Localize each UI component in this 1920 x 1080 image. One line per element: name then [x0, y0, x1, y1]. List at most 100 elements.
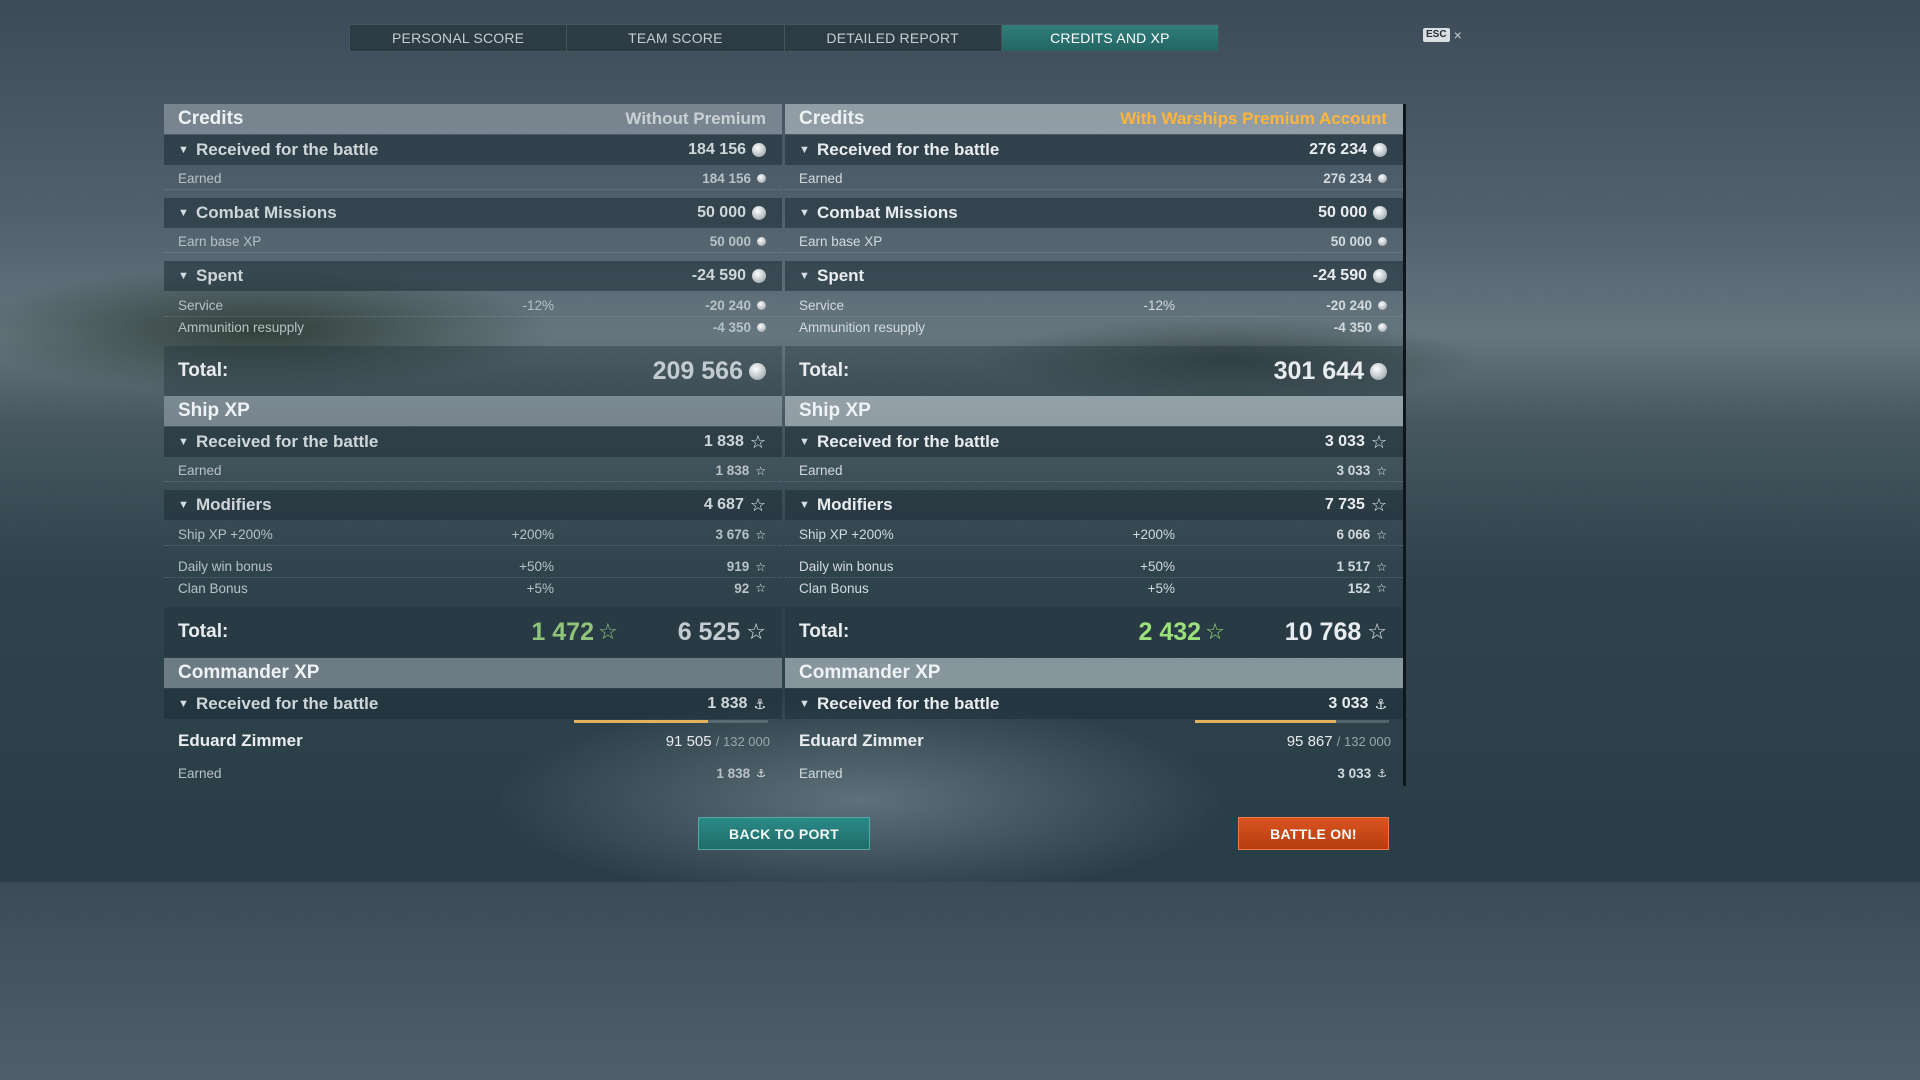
credits-icon [1370, 362, 1387, 380]
star-icon: ☆ [755, 559, 766, 574]
group-label: Received for the battle [817, 432, 1000, 451]
chevron-down-icon: ▼ [178, 698, 189, 710]
tab-team-score[interactable]: TEAM SCORE [567, 25, 785, 51]
credits-icon [1378, 237, 1387, 246]
row-label: Clan Bonus [178, 580, 248, 596]
row-label: Daily win bonus [178, 559, 273, 574]
star-icon: ☆ [1376, 527, 1387, 542]
account-mode-label: With Warships Premium Account [1120, 109, 1387, 128]
row-percent: +200% [1132, 527, 1175, 542]
credits-received-group[interactable]: ▼ Received for the battle 184 156 [164, 135, 782, 165]
row-percent: +5% [526, 580, 554, 596]
credits-icon [752, 143, 766, 157]
credits-header: Credits Without Premium [164, 104, 782, 134]
spent-group[interactable]: ▼ Spent -24 590 [785, 261, 1403, 291]
total-label: Total: [178, 360, 229, 381]
clan-bonus-row: Clan Bonus +5% 152 ☆ [785, 577, 1403, 599]
group-label: Received for the battle [196, 432, 379, 451]
credits-icon [752, 269, 766, 283]
row-percent: +50% [519, 559, 554, 574]
row-label: Earned [178, 463, 222, 478]
ship-xp-modifier-row: Ship XP +200% +200% 6 066 ☆ [785, 524, 1403, 546]
row-value: 3 033 [1336, 463, 1371, 478]
xp-earned-row: Earned 1 838 ☆ [164, 460, 782, 482]
commander-received-value: 1 838 [707, 695, 748, 712]
xp-earned-row: Earned 3 033 ☆ [785, 460, 1403, 482]
chevron-down-icon: ▼ [799, 436, 810, 448]
modifiers-group[interactable]: ▼ Modifiers 4 687 ☆ [164, 490, 782, 520]
row-value: 50 000 [1330, 234, 1372, 249]
row-value: -4 350 [1333, 319, 1372, 335]
free-xp-value: 1 472 [531, 617, 594, 646]
credits-icon [749, 362, 766, 380]
row-value: 1 838 [715, 463, 750, 478]
xp-total-row: Total: 1 472 ☆ 6 525 ☆ [164, 607, 782, 657]
free-xp-total: 1 472 ☆ [531, 618, 647, 647]
xp-received-value: 3 033 [1324, 433, 1365, 450]
commander-xp-value: 91 505 [665, 732, 712, 750]
credits-icon [757, 174, 766, 183]
commander-xp-max: / 132 000 [1336, 733, 1391, 749]
spent-value: -24 590 [1312, 267, 1367, 284]
tab-credits-and-xp[interactable]: CREDITS AND XP [1001, 25, 1218, 51]
credits-icon [1378, 301, 1387, 310]
credits-icon [1378, 174, 1387, 183]
account-mode-label: Without Premium [625, 109, 766, 128]
star-icon: ☆ [1370, 495, 1387, 515]
star-icon: ☆ [755, 463, 766, 478]
star-icon: ☆ [1370, 432, 1387, 452]
without-premium-panel: Credits Without Premium ▼ Received for t… [164, 104, 782, 786]
credits-icon [1373, 143, 1387, 157]
anchor-icon: ⚓ [1377, 767, 1387, 780]
anchor-icon: ⚓ [756, 767, 766, 780]
commander-received-group[interactable]: ▼ Received for the battle 1 838 ⚓ [164, 689, 782, 719]
esc-close-button[interactable]: ESC × [1423, 27, 1462, 43]
anchor-icon: ⚓ [753, 695, 766, 712]
row-label: Earn base XP [178, 234, 262, 249]
star-icon: ☆ [746, 619, 766, 644]
group-label: Received for the battle [817, 694, 1000, 713]
chevron-down-icon: ▼ [799, 698, 810, 710]
credits-icon [752, 206, 766, 220]
xp-received-group[interactable]: ▼ Received for the battle 3 033 ☆ [785, 427, 1403, 457]
combat-missions-group[interactable]: ▼ Combat Missions 50 000 [164, 198, 782, 228]
battle-on-button[interactable]: BATTLE ON! [1238, 817, 1389, 850]
result-tabs: PERSONAL SCORE TEAM SCORE DETAILED REPOR… [349, 24, 1219, 52]
credits-received-group[interactable]: ▼ Received for the battle 276 234 [785, 135, 1403, 165]
commander-received-group[interactable]: ▼ Received for the battle 3 033 ⚓ [785, 689, 1403, 719]
credits-received-value: 276 234 [1309, 141, 1367, 158]
chevron-down-icon: ▼ [799, 499, 810, 511]
xp-total-value: 10 768 [1284, 617, 1362, 646]
commander-xp-title: Commander XP [799, 662, 941, 683]
group-label: Combat Missions [196, 203, 337, 222]
modifiers-group[interactable]: ▼ Modifiers 7 735 ☆ [785, 490, 1403, 520]
row-label: Earned [799, 463, 843, 478]
combat-missions-value: 50 000 [697, 204, 746, 221]
tab-personal-score[interactable]: PERSONAL SCORE [350, 25, 568, 51]
daily-win-bonus-row: Daily win bonus +50% 919 ☆ [164, 556, 782, 578]
tab-detailed-report[interactable]: DETAILED REPORT [785, 25, 1002, 51]
group-label: Spent [817, 266, 865, 285]
row-label: Earned [799, 765, 843, 781]
commander-xp-progress-bar [574, 720, 768, 723]
back-to-port-button[interactable]: BACK TO PORT [698, 817, 870, 850]
credits-icon [757, 301, 766, 310]
ship-xp-header: Ship XP [164, 396, 782, 426]
ship-xp-title: Ship XP [799, 400, 871, 421]
group-label: Combat Missions [817, 203, 958, 222]
row-value: 50 000 [709, 234, 751, 249]
row-value: 152 [1347, 580, 1371, 596]
base-xp-mission-row: Earn base XP 50 000 [164, 231, 782, 253]
base-xp-mission-row: Earn base XP 50 000 [785, 231, 1403, 253]
service-row: Service -12% -20 240 [164, 295, 782, 317]
commander-xp: 91 505 / 132 000 [666, 733, 770, 750]
row-label: Ship XP +200% [178, 527, 273, 542]
xp-received-group[interactable]: ▼ Received for the battle 1 838 ☆ [164, 427, 782, 457]
star-icon: ☆ [749, 432, 766, 452]
spent-group[interactable]: ▼ Spent -24 590 [164, 261, 782, 291]
chevron-down-icon: ▼ [178, 499, 189, 511]
combat-missions-group[interactable]: ▼ Combat Missions 50 000 [785, 198, 1403, 228]
credits-title: Credits [178, 108, 244, 129]
row-label: Service [178, 298, 224, 313]
row-value: -4 350 [712, 319, 751, 335]
